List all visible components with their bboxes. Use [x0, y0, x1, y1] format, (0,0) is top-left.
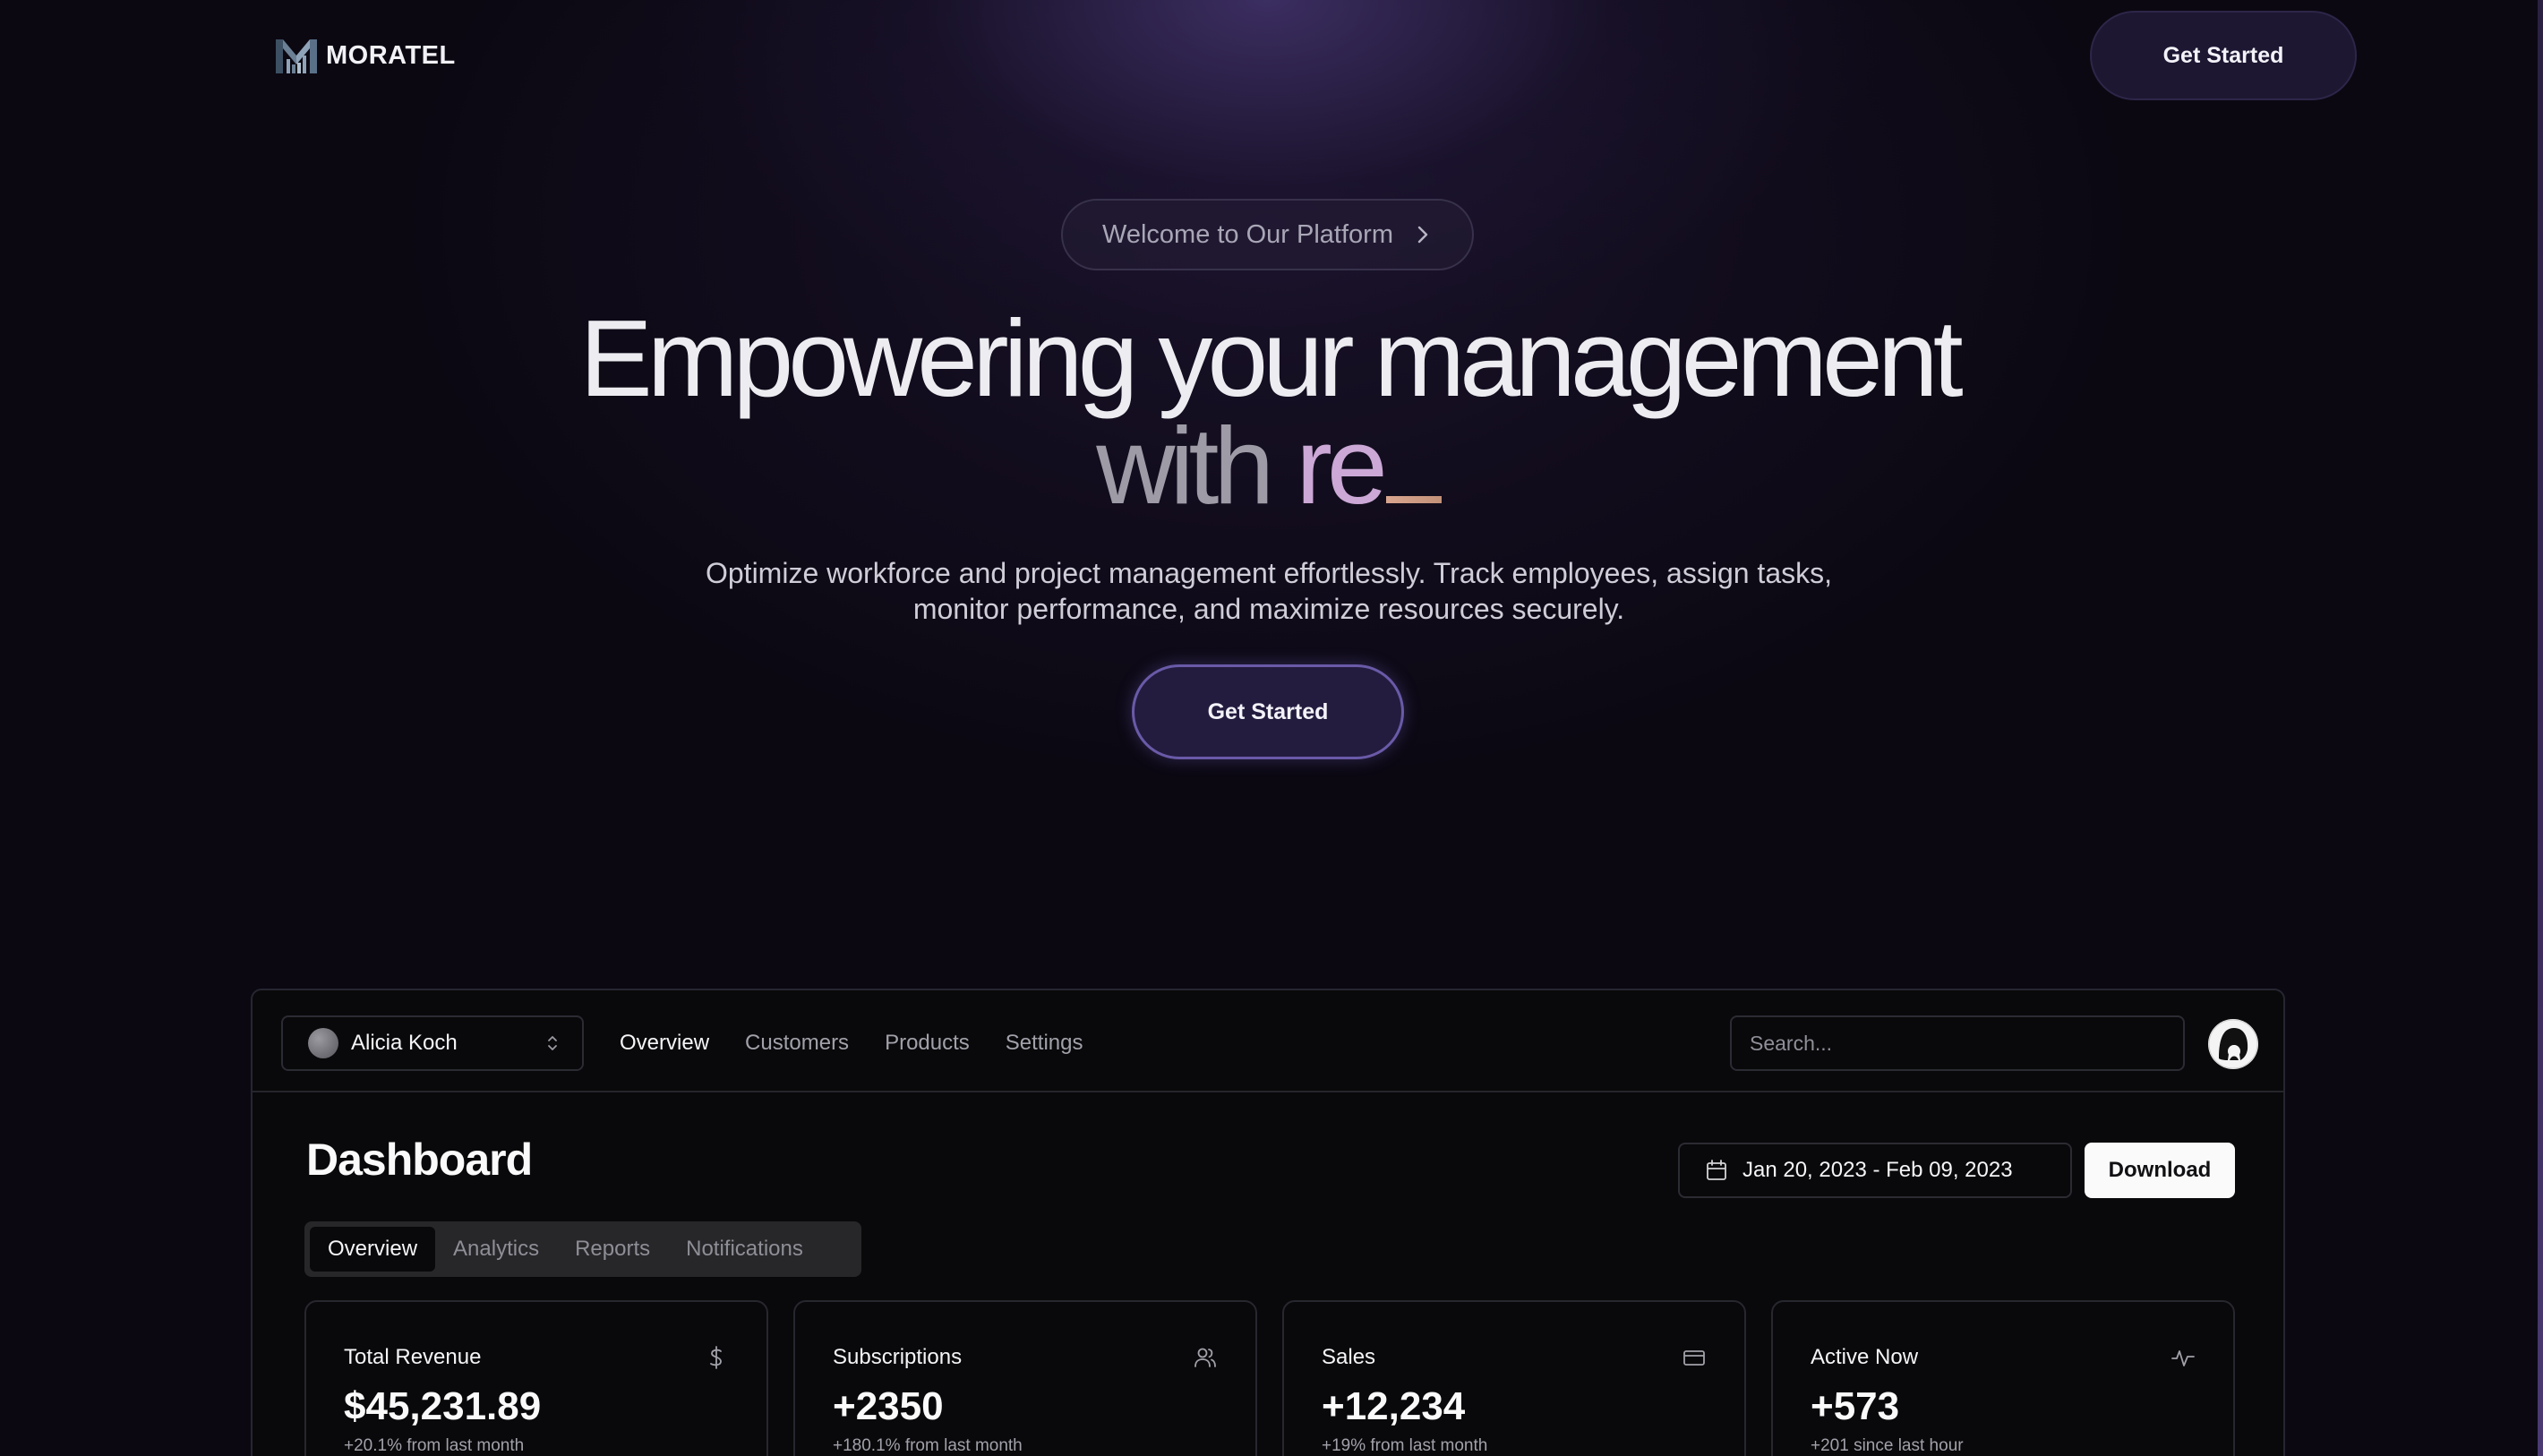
- dashboard-tabs: Overview Analytics Reports Notifications: [304, 1221, 861, 1277]
- tab-analytics[interactable]: Analytics: [435, 1227, 557, 1272]
- hero-get-started-button[interactable]: Get Started: [1132, 664, 1404, 759]
- stat-card-sales: Sales +12,234 +19% from last month: [1282, 1300, 1746, 1456]
- stat-card-subscriptions: Subscriptions +2350 +180.1% from last mo…: [793, 1300, 1257, 1456]
- landing-page: MORATEL Get Started Welcome to Our Platf…: [0, 0, 2543, 1456]
- card-note: +20.1% from last month: [344, 1436, 525, 1455]
- welcome-badge-label: Welcome to Our Platform: [1101, 219, 1393, 249]
- card-value: +573: [1811, 1384, 1900, 1428]
- card-value: $45,231.89: [344, 1384, 542, 1428]
- hero-subtitle-line2: monitor performance, and maximize resour…: [912, 593, 1625, 625]
- welcome-badge[interactable]: Welcome to Our Platform: [1061, 199, 1474, 270]
- card-note: +19% from last month: [1322, 1436, 1488, 1455]
- card-value: +12,234: [1322, 1384, 1466, 1428]
- card-title: Total Revenue: [344, 1345, 482, 1369]
- users-icon: [1194, 1348, 1216, 1367]
- dollar-icon: [710, 1346, 722, 1369]
- main-nav: Overview Customers Products Settings: [620, 1015, 1083, 1071]
- download-button[interactable]: Download: [2085, 1143, 2235, 1198]
- chevron-right-icon: [1417, 226, 1428, 244]
- credit-card-icon: [1683, 1350, 1705, 1366]
- chevrons-up-down-icon: [548, 1036, 557, 1050]
- stat-card-active-now: Active Now +573 +201 since last hour: [1771, 1300, 2235, 1456]
- dashboard-topbar: Alicia Koch Overview Customers Products …: [253, 990, 2283, 1092]
- tab-overview[interactable]: Overview: [310, 1227, 436, 1272]
- hero-title-with: with: [1096, 405, 1274, 527]
- tab-reports[interactable]: Reports: [557, 1227, 668, 1272]
- card-value: +2350: [833, 1384, 944, 1428]
- nav-products[interactable]: Products: [885, 1031, 970, 1056]
- header-get-started-button[interactable]: Get Started: [2090, 11, 2357, 100]
- date-range-label: Jan 20, 2023 - Feb 09, 2023: [1742, 1158, 2013, 1182]
- calendar-icon: [1707, 1160, 1726, 1180]
- user-avatar-icon: [2208, 1019, 2258, 1069]
- activity-icon: [2171, 1350, 2195, 1366]
- card-title: Subscriptions: [833, 1345, 963, 1369]
- user-avatar[interactable]: [2208, 1019, 2258, 1069]
- dashboard-preview: Alicia Koch Overview Customers Products …: [251, 989, 2285, 1456]
- nav-settings[interactable]: Settings: [1006, 1031, 1083, 1056]
- stat-card-total-revenue: Total Revenue $45,231.89 +20.1% from las…: [304, 1300, 768, 1456]
- hero-subtitle: Optimize workforce and project managemen…: [0, 555, 2538, 627]
- nav-overview[interactable]: Overview: [620, 1031, 709, 1056]
- card-title: Sales: [1322, 1345, 1376, 1369]
- team-switcher[interactable]: Alicia Koch: [281, 1015, 584, 1071]
- typing-cursor: [1385, 496, 1442, 503]
- right-edge-glow: [2538, 0, 2543, 1456]
- hero-typed-text: re: [1296, 405, 1388, 527]
- hero-subtitle-line1: Optimize workforce and project managemen…: [705, 557, 1832, 589]
- hero-title-line1: Empowering your management: [579, 297, 1963, 419]
- search-input[interactable]: [1730, 1015, 2185, 1071]
- brand-name: MORATEL: [326, 40, 456, 70]
- tab-notifications[interactable]: Notifications: [668, 1227, 821, 1272]
- hero-title: Empowering your management with re: [0, 297, 2538, 520]
- dashboard-title: Dashboard: [306, 1135, 533, 1185]
- card-note: +201 since last hour: [1811, 1436, 1964, 1455]
- team-name: Alicia Koch: [351, 1031, 458, 1055]
- nav-customers[interactable]: Customers: [745, 1031, 849, 1056]
- team-avatar: [308, 1028, 338, 1058]
- logo-mark-icon: [276, 39, 317, 73]
- date-range-picker[interactable]: Jan 20, 2023 - Feb 09, 2023: [1678, 1143, 2072, 1198]
- card-note: +180.1% from last month: [833, 1436, 1023, 1455]
- brand-logo[interactable]: MORATEL: [274, 36, 456, 75]
- card-title: Active Now: [1811, 1345, 1919, 1369]
- stat-cards: Total Revenue $45,231.89 +20.1% from las…: [304, 1300, 2235, 1456]
- hero-title-line2: with re: [0, 411, 2538, 520]
